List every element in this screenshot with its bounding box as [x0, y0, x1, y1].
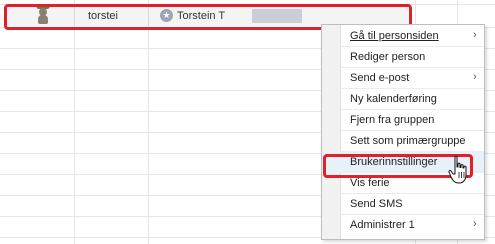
menu-item-label: Rediger person — [350, 51, 426, 63]
menu-item-label: Administrer 1 — [350, 219, 415, 231]
menu-item-label: Send SMS — [350, 198, 403, 210]
menu-item-label: Vis ferie — [350, 177, 390, 189]
menu-item-send-sms[interactable]: Send SMS — [322, 194, 484, 214]
menu-item-label: Gå til personsiden — [350, 30, 439, 42]
menu-item-remove-from-group[interactable]: Fjern fra gruppen — [322, 110, 484, 130]
menu-item-label: Ny kalenderføring — [350, 93, 437, 105]
chevron-right-icon: › — [473, 218, 477, 230]
menu-item-set-primary-group[interactable]: Sett som primærgruppe — [322, 131, 484, 151]
grid-line — [74, 0, 75, 244]
chevron-right-icon: › — [473, 71, 477, 83]
menu-item-administer[interactable]: Administrer 1 › — [322, 215, 484, 235]
menu-item-go-to-person-page[interactable]: Gå til personsiden › — [322, 26, 484, 46]
grid-line — [148, 0, 149, 244]
menu-item-label: Send e-post — [350, 72, 410, 84]
hand-pointer-icon — [448, 155, 467, 184]
chevron-right-icon: › — [473, 29, 477, 41]
menu-item-label: Fjern fra gruppen — [350, 114, 435, 126]
menu-item-new-calendar-entry[interactable]: Ny kalenderføring — [322, 89, 484, 109]
context-menu: Gå til personsiden › Rediger person Send… — [321, 24, 485, 240]
menu-item-send-email[interactable]: Send e-post › — [322, 68, 484, 88]
menu-item-edit-person[interactable]: Rediger person — [322, 47, 484, 67]
menu-item-label: Sett som primærgruppe — [350, 135, 466, 147]
